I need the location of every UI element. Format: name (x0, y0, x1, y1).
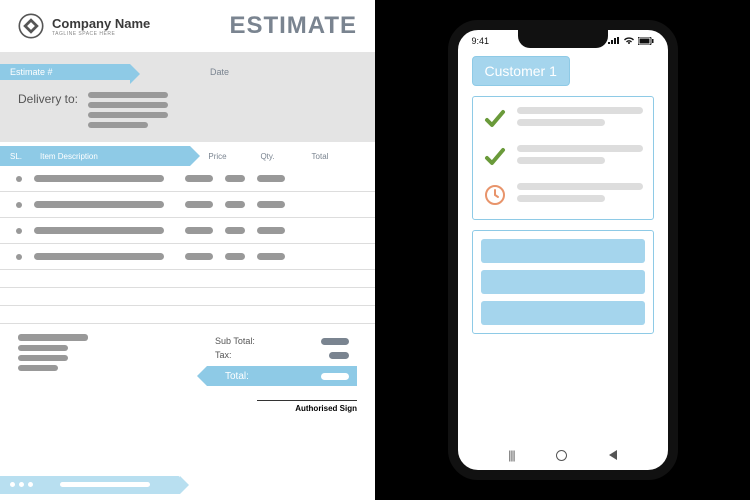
document-title: ESTIMATE (229, 12, 357, 40)
estimate-number-label: Estimate # (0, 64, 130, 80)
table-row-empty (0, 306, 375, 324)
wifi-icon (623, 37, 635, 45)
nav-back-icon[interactable] (609, 450, 617, 460)
total-label: Total: (225, 371, 249, 382)
company-name: Company Name (52, 16, 150, 31)
column-qty: Qty. (245, 152, 290, 161)
column-sl: SL. (10, 152, 40, 161)
footer-bar (0, 476, 180, 494)
table-header: SL. Item Description Price Qty. Total (0, 146, 375, 166)
phone-preview-panel: 9:41 Customer 1 (375, 0, 750, 500)
table-row (0, 166, 375, 192)
signature-label: Authorised Sign (257, 400, 357, 413)
company-logo-icon (18, 13, 44, 39)
check-icon (483, 145, 507, 169)
action-button[interactable] (481, 239, 645, 263)
action-button[interactable] (481, 301, 645, 325)
list-item[interactable] (483, 145, 643, 169)
android-nav-bar: ||| (458, 444, 668, 466)
delivery-address-placeholder (88, 92, 168, 128)
tax-value-placeholder (329, 352, 349, 359)
total-value-placeholder (321, 373, 349, 380)
document-header: Company Name TAGLINE SPACE HERE ESTIMATE (0, 0, 375, 52)
signal-icon (608, 37, 620, 45)
task-list (472, 96, 654, 220)
action-button[interactable] (481, 270, 645, 294)
status-time: 9:41 (472, 36, 490, 46)
table-row-empty (0, 270, 375, 288)
nav-home-icon[interactable] (556, 450, 567, 461)
list-item[interactable] (483, 107, 643, 131)
tagline: TAGLINE SPACE HERE (52, 31, 150, 37)
phone-notch (518, 30, 608, 48)
subtotal-label: Sub Total: (215, 336, 255, 346)
totals-area: Sub Total: Tax: Total: (0, 324, 375, 386)
meta-area: Estimate # Date Delivery to: (0, 52, 375, 142)
date-label: Date (210, 67, 229, 77)
table-row (0, 244, 375, 270)
signature-area: Authorised Sign (0, 386, 375, 413)
logo-block: Company Name TAGLINE SPACE HERE (18, 13, 150, 39)
column-description: Item Description (40, 152, 190, 161)
table-row-empty (0, 288, 375, 306)
check-icon (483, 107, 507, 131)
clock-icon (483, 183, 507, 207)
action-buttons (472, 230, 654, 334)
estimate-document: Company Name TAGLINE SPACE HERE ESTIMATE… (0, 0, 375, 500)
nav-recent-icon[interactable]: ||| (508, 448, 514, 462)
list-item[interactable] (483, 183, 643, 207)
total-row: Total: (207, 366, 357, 386)
table-row (0, 218, 375, 244)
battery-icon (638, 37, 654, 45)
line-items (0, 166, 375, 324)
table-row (0, 192, 375, 218)
phone-mockup: 9:41 Customer 1 (448, 20, 678, 480)
subtotal-value-placeholder (321, 338, 349, 345)
tax-label: Tax: (215, 350, 232, 360)
customer-badge[interactable]: Customer 1 (472, 56, 570, 86)
delivery-label: Delivery to: (18, 92, 78, 128)
column-total: Total (290, 152, 350, 161)
notes-placeholder (18, 334, 207, 386)
